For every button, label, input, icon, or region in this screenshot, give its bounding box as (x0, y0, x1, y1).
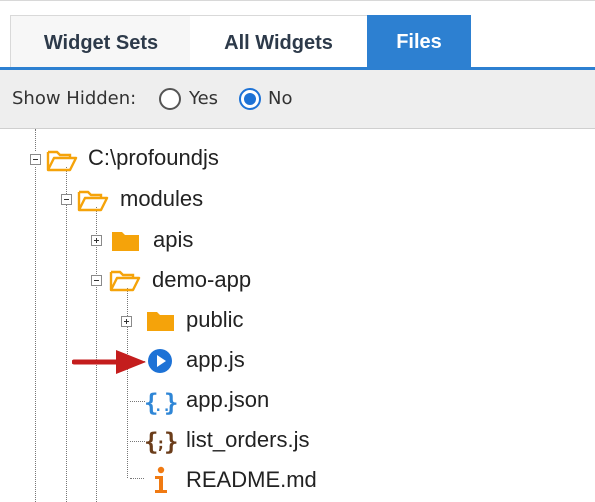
expand-apis-toggle[interactable] (91, 235, 102, 246)
collapse-modules-toggle[interactable] (61, 194, 72, 205)
tree-connector (130, 441, 145, 442)
tab-bar: Widget Sets All Widgets Files (0, 0, 595, 71)
tree-node-list-orders[interactable]: list_orders.js (186, 427, 309, 453)
tree-connector (35, 129, 36, 151)
show-hidden-label: Show Hidden: (12, 88, 137, 109)
tab-widget-sets[interactable]: Widget Sets (10, 15, 192, 70)
info-icon (150, 466, 172, 498)
file-explorer-panel: Widget Sets All Widgets Files Show Hidde… (0, 0, 595, 502)
json-braces-icon: { .. } (144, 388, 178, 420)
file-tree: C:\profoundjs modules apis demo-app publ… (0, 129, 595, 502)
tab-files[interactable]: Files (367, 15, 471, 69)
folder-icon (110, 229, 142, 257)
tree-node-apis[interactable]: apis (153, 227, 193, 253)
tab-all-widgets[interactable]: All Widgets (190, 15, 367, 70)
folder-open-icon (46, 148, 78, 176)
tree-connector (130, 401, 145, 402)
tree-node-root[interactable]: C:\profoundjs (88, 145, 219, 171)
collapse-demo-app-toggle[interactable] (91, 275, 102, 286)
tree-node-app-json[interactable]: app.json (186, 387, 269, 413)
tree-connector (66, 167, 67, 502)
play-circle-icon (147, 348, 173, 378)
tree-node-public[interactable]: public (186, 307, 243, 333)
folder-open-icon (77, 188, 109, 216)
js-braces-icon: { ; } (144, 427, 178, 459)
svg-text:}: } (164, 389, 178, 416)
options-bar: Show Hidden: Yes No (0, 70, 595, 129)
tree-connector (35, 167, 36, 502)
show-hidden-no-radio[interactable] (239, 88, 261, 110)
tree-node-app-js[interactable]: app.js (186, 347, 245, 373)
tree-connector (130, 478, 144, 479)
show-hidden-yes-radio[interactable] (159, 88, 181, 110)
collapse-root-toggle[interactable] (30, 154, 41, 165)
folder-icon (145, 309, 177, 337)
show-hidden-no-label[interactable]: No (268, 88, 292, 109)
folder-open-icon (109, 268, 141, 296)
tree-node-demo-app[interactable]: demo-app (152, 267, 251, 293)
tree-node-modules[interactable]: modules (120, 186, 203, 212)
red-arrow-icon (71, 348, 148, 380)
tree-node-readme[interactable]: README.md (186, 467, 317, 493)
show-hidden-yes-label[interactable]: Yes (189, 88, 218, 109)
svg-text:}: } (164, 428, 178, 455)
expand-public-toggle[interactable] (121, 316, 132, 327)
